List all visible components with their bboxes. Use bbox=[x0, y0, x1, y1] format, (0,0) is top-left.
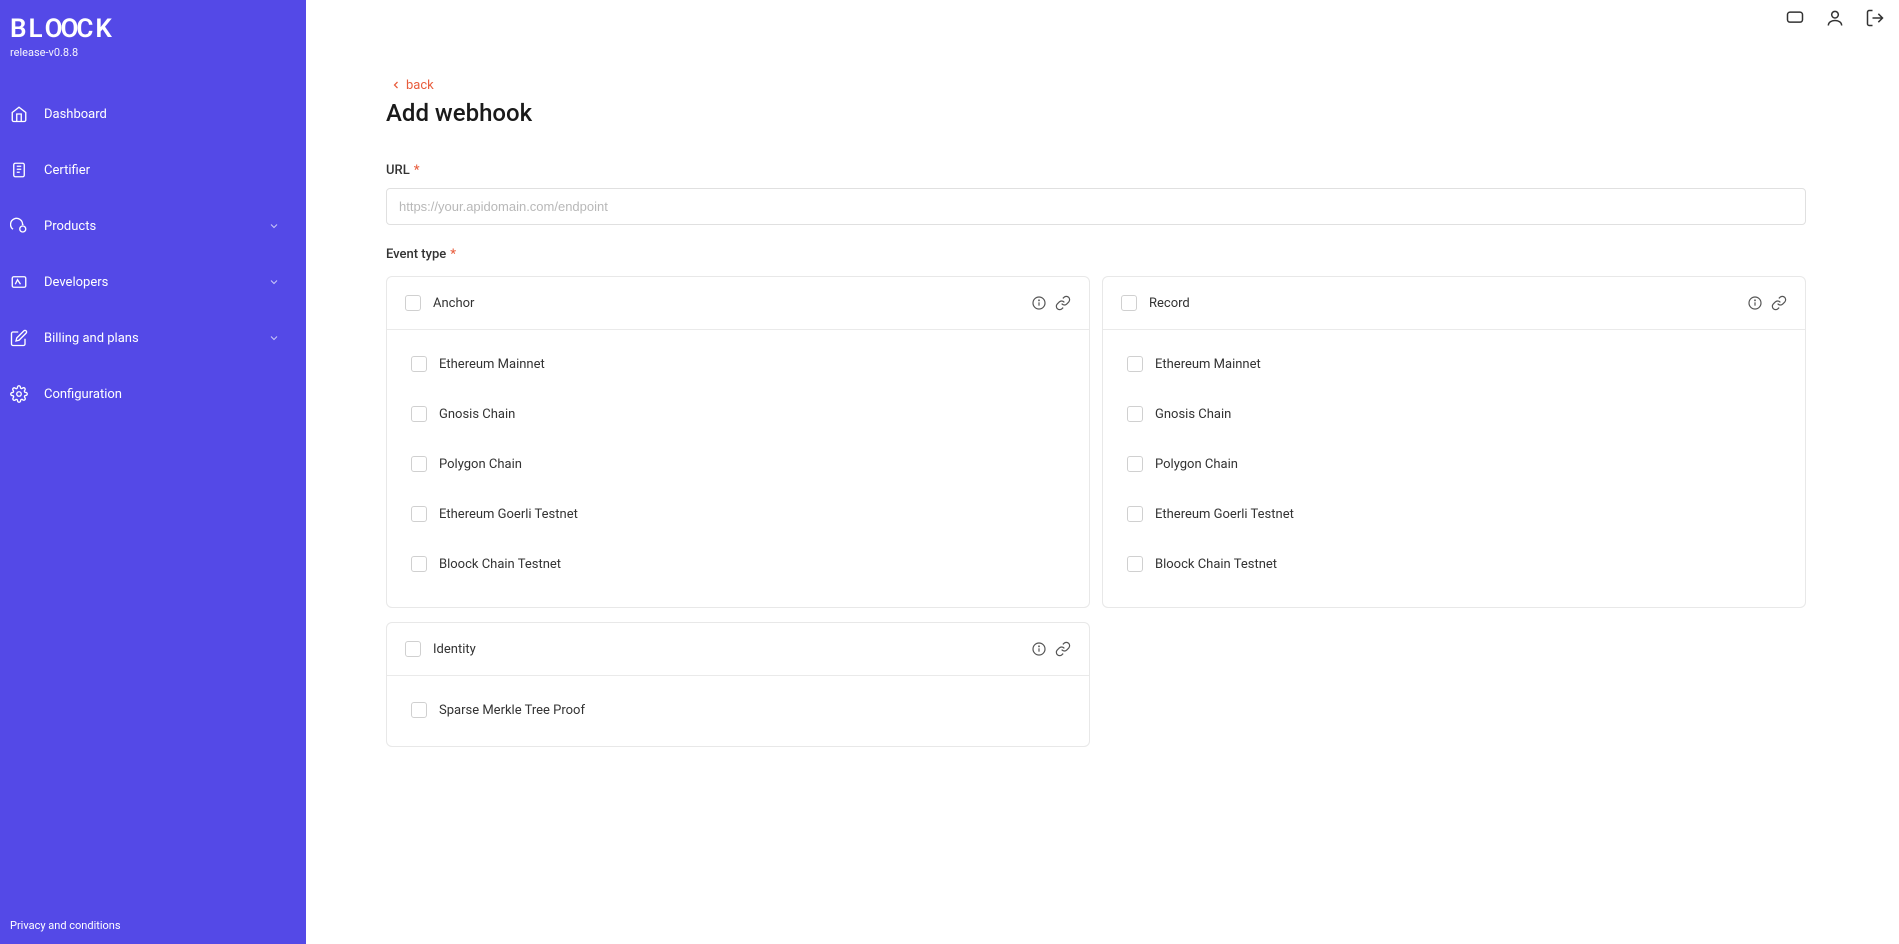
card-body: Sparse Merkle Tree Proof bbox=[387, 676, 1089, 746]
checkbox-record[interactable] bbox=[1121, 295, 1137, 311]
checkbox-option[interactable] bbox=[411, 406, 427, 422]
option-label: Bloock Chain Testnet bbox=[439, 557, 561, 572]
sidebar-item-label: Certifier bbox=[44, 163, 296, 178]
checkbox-option[interactable] bbox=[411, 556, 427, 572]
card-header: Record bbox=[1103, 277, 1805, 330]
chevron-down-icon bbox=[268, 276, 280, 288]
event-cards-row-2: Identity Sparse Merkle Tree Proof bbox=[386, 622, 1806, 747]
option-row: Ethereum Goerli Testnet bbox=[411, 496, 1071, 532]
card-header: Identity bbox=[387, 623, 1089, 676]
option-row: Sparse Merkle Tree Proof bbox=[411, 692, 1071, 728]
content: back Add webhook URL* Event type* Anchor bbox=[306, 36, 1866, 807]
url-input[interactable] bbox=[386, 188, 1806, 225]
option-label: Bloock Chain Testnet bbox=[1155, 557, 1277, 572]
option-label: Gnosis Chain bbox=[1155, 407, 1231, 422]
logo-area: BLOOCK release-v0.8.8 bbox=[0, 0, 306, 59]
option-row: Bloock Chain Testnet bbox=[411, 546, 1071, 582]
link-icon[interactable] bbox=[1771, 295, 1787, 311]
sidebar-nav: Dashboard Certifier Products Developers … bbox=[0, 95, 306, 413]
card-body: Ethereum Mainnet Gnosis Chain Polygon Ch… bbox=[387, 330, 1089, 600]
cloud-icon bbox=[10, 217, 28, 235]
event-card-identity: Identity Sparse Merkle Tree Proof bbox=[386, 622, 1090, 747]
footer-privacy-link[interactable]: Privacy and conditions bbox=[10, 919, 121, 932]
sidebar-item-billing[interactable]: Billing and plans bbox=[0, 319, 306, 357]
sidebar: BLOOCK release-v0.8.8 Dashboard Certifie… bbox=[0, 0, 306, 944]
event-cards-row-1: Anchor Ethereum Mainnet Gnosis Chain Pol… bbox=[386, 276, 1806, 608]
info-icon[interactable] bbox=[1031, 295, 1047, 311]
card-title: Anchor bbox=[433, 296, 1031, 311]
sidebar-item-products[interactable]: Products bbox=[0, 207, 306, 245]
event-card-record: Record Ethereum Mainnet Gnosis Chain Pol… bbox=[1102, 276, 1806, 608]
option-label: Ethereum Goerli Testnet bbox=[1155, 507, 1294, 522]
sidebar-item-label: Developers bbox=[44, 275, 268, 290]
event-type-label: Event type* bbox=[386, 247, 1806, 262]
gear-icon bbox=[10, 385, 28, 403]
chevron-left-icon bbox=[390, 79, 402, 91]
chevron-down-icon bbox=[268, 220, 280, 232]
option-label: Polygon Chain bbox=[439, 457, 522, 472]
sidebar-item-label: Configuration bbox=[44, 387, 296, 402]
sidebar-item-label: Dashboard bbox=[44, 107, 296, 122]
brand-logo: BLOOCK bbox=[10, 14, 296, 44]
option-row: Ethereum Mainnet bbox=[1127, 346, 1787, 382]
checkbox-option[interactable] bbox=[1127, 406, 1143, 422]
back-label: back bbox=[406, 78, 434, 93]
info-icon[interactable] bbox=[1031, 641, 1047, 657]
option-label: Ethereum Goerli Testnet bbox=[439, 507, 578, 522]
option-label: Sparse Merkle Tree Proof bbox=[439, 703, 585, 718]
sidebar-item-configuration[interactable]: Configuration bbox=[0, 375, 306, 413]
option-label: Polygon Chain bbox=[1155, 457, 1238, 472]
checkbox-identity[interactable] bbox=[405, 641, 421, 657]
option-row: Polygon Chain bbox=[1127, 446, 1787, 482]
release-version: release-v0.8.8 bbox=[10, 46, 296, 59]
card-title: Record bbox=[1149, 296, 1747, 311]
user-icon[interactable] bbox=[1825, 8, 1845, 28]
option-row: Ethereum Goerli Testnet bbox=[1127, 496, 1787, 532]
back-link[interactable]: back bbox=[390, 78, 434, 93]
option-row: Ethereum Mainnet bbox=[411, 346, 1071, 382]
option-row: Bloock Chain Testnet bbox=[1127, 546, 1787, 582]
main: back Add webhook URL* Event type* Anchor bbox=[306, 0, 1899, 944]
page-title: Add webhook bbox=[386, 99, 1806, 127]
option-row: Gnosis Chain bbox=[1127, 396, 1787, 432]
checkbox-option[interactable] bbox=[1127, 456, 1143, 472]
link-icon[interactable] bbox=[1055, 295, 1071, 311]
gauge-icon bbox=[10, 273, 28, 291]
topbar bbox=[306, 0, 1899, 36]
option-label: Ethereum Mainnet bbox=[439, 357, 545, 372]
edit-icon bbox=[10, 329, 28, 347]
checkbox-option[interactable] bbox=[411, 456, 427, 472]
option-label: Ethereum Mainnet bbox=[1155, 357, 1261, 372]
info-icon[interactable] bbox=[1747, 295, 1763, 311]
sidebar-item-dashboard[interactable]: Dashboard bbox=[0, 95, 306, 133]
chevron-down-icon bbox=[268, 332, 280, 344]
option-label: Gnosis Chain bbox=[439, 407, 515, 422]
sidebar-item-certifier[interactable]: Certifier bbox=[0, 151, 306, 189]
chat-icon[interactable] bbox=[1785, 8, 1805, 28]
home-icon bbox=[10, 105, 28, 123]
checkbox-option[interactable] bbox=[1127, 556, 1143, 572]
checkbox-option[interactable] bbox=[1127, 506, 1143, 522]
logout-icon[interactable] bbox=[1865, 8, 1885, 28]
link-icon[interactable] bbox=[1055, 641, 1071, 657]
sidebar-item-label: Products bbox=[44, 219, 268, 234]
checkbox-anchor[interactable] bbox=[405, 295, 421, 311]
option-row: Gnosis Chain bbox=[411, 396, 1071, 432]
card-header: Anchor bbox=[387, 277, 1089, 330]
card-body: Ethereum Mainnet Gnosis Chain Polygon Ch… bbox=[1103, 330, 1805, 600]
sidebar-item-label: Billing and plans bbox=[44, 331, 268, 346]
sidebar-item-developers[interactable]: Developers bbox=[0, 263, 306, 301]
checkbox-option[interactable] bbox=[411, 702, 427, 718]
clipboard-icon bbox=[10, 161, 28, 179]
url-field-label: URL* bbox=[386, 163, 1806, 178]
checkbox-option[interactable] bbox=[1127, 356, 1143, 372]
checkbox-option[interactable] bbox=[411, 356, 427, 372]
card-title: Identity bbox=[433, 642, 1031, 657]
option-row: Polygon Chain bbox=[411, 446, 1071, 482]
checkbox-option[interactable] bbox=[411, 506, 427, 522]
event-card-anchor: Anchor Ethereum Mainnet Gnosis Chain Pol… bbox=[386, 276, 1090, 608]
